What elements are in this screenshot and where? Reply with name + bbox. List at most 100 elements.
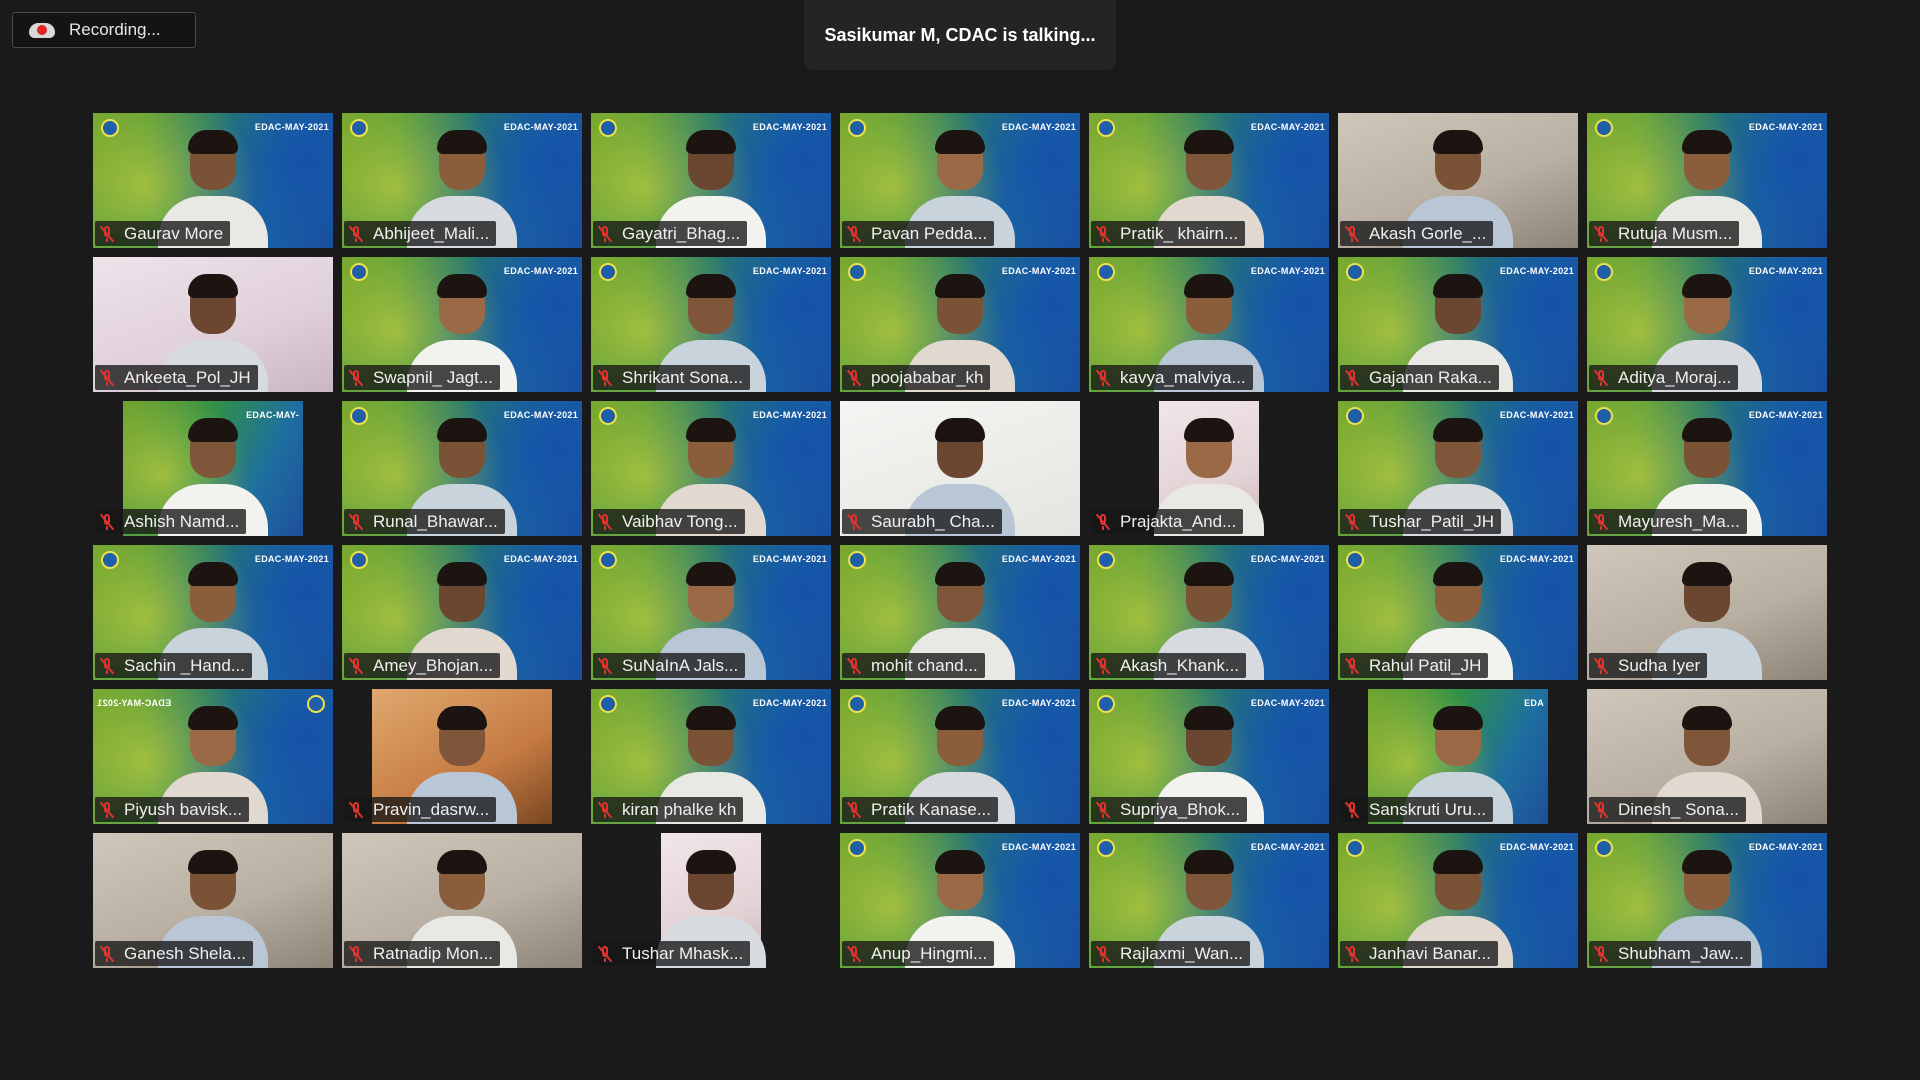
participant-nameplate: Sachin _Hand... [95, 653, 252, 678]
participant-tile[interactable]: EDAC-MAY-2021 Pratik Kanase... [840, 689, 1080, 824]
mic-off-icon [1095, 513, 1111, 531]
participant-tile[interactable]: Akash Gorle_... [1338, 113, 1578, 248]
participant-nameplate: kiran phalke kh [593, 797, 744, 822]
participant-tile[interactable]: EDAC-MAY-2021 Rahul Patil_JH [1338, 545, 1578, 680]
participant-tile[interactable]: Dinesh_ Sona... [1587, 689, 1827, 824]
mic-off-icon [348, 369, 364, 387]
participant-tile[interactable]: Tushar Mhask... [591, 833, 831, 968]
participant-nameplate: poojababar_kh [842, 365, 991, 390]
participant-nameplate: Ankeeta_Pol_JH [95, 365, 258, 390]
participant-name: Prajakta_And... [1120, 511, 1237, 531]
participant-name: Anup_Hingmi... [871, 943, 988, 963]
participant-nameplate: Saurabh_ Cha... [842, 509, 1002, 534]
participant-tile[interactable]: EDAC-MAY-2021 Piyush bavisk... [93, 689, 333, 824]
mic-off-icon [846, 801, 862, 819]
participant-tile[interactable]: EDAC-MAY-2021 Runal_Bhawar... [342, 401, 582, 536]
participant-tile[interactable]: Ratnadip Mon... [342, 833, 582, 968]
participant-tile[interactable]: EDAC-MAY-2021 Sachin _Hand... [93, 545, 333, 680]
participant-tile[interactable]: EDAC-MAY-2021 Gaurav More [93, 113, 333, 248]
mic-off-icon [1344, 657, 1360, 675]
participant-name: Dinesh_ Sona... [1618, 799, 1739, 819]
participant-tile[interactable]: EDAC-MAY-2021 Rajlaxmi_Wan... [1089, 833, 1329, 968]
institute-logo-icon [101, 119, 119, 137]
participant-tile[interactable]: EDAC-MAY-2021 Shubham_Jaw... [1587, 833, 1827, 968]
participant-nameplate: Dinesh_ Sona... [1589, 797, 1746, 822]
participant-nameplate: Prajakta_And... [1091, 509, 1244, 534]
participant-tile[interactable]: EDAC-MAY-2021 Gajanan Raka... [1338, 257, 1578, 392]
participant-tile[interactable]: EDAC-MAY-2021 Supriya_Bhok... [1089, 689, 1329, 824]
participant-tile[interactable]: EDAC-MAY-2021 mohit chand... [840, 545, 1080, 680]
participant-tile[interactable]: Pravin_dasrw... [342, 689, 582, 824]
participant-name: kiran phalke kh [622, 799, 737, 819]
mic-off-icon [846, 225, 862, 243]
participant-tile[interactable]: EDAC-MAY-2021 Rutuja Musm... [1587, 113, 1827, 248]
participant-tile[interactable]: EDAC-MAY-2021 Gayatri_Bhag... [591, 113, 831, 248]
mic-off-icon [1593, 801, 1609, 819]
institute-logo-icon [848, 551, 866, 569]
participant-tile[interactable]: Sudha Iyer [1587, 545, 1827, 680]
participant-tile[interactable]: EDAC-MAY-2021 Amey_Bhojan... [342, 545, 582, 680]
participant-tile[interactable]: EDAC-MAY-2021 kiran phalke kh [591, 689, 831, 824]
institute-logo-icon [599, 695, 617, 713]
mic-off-icon [348, 225, 364, 243]
participant-name: Ankeeta_Pol_JH [124, 367, 251, 387]
institute-logo-icon [350, 551, 368, 569]
recording-indicator[interactable]: Recording... [12, 12, 196, 48]
institute-logo-icon [1595, 119, 1613, 137]
participant-nameplate: Piyush bavisk... [95, 797, 250, 822]
participant-nameplate: Shubham_Jaw... [1589, 941, 1751, 966]
institute-logo-icon [1346, 551, 1364, 569]
participant-tile[interactable]: EDAC-MAY-2021 SuNaInA Jals... [591, 545, 831, 680]
participant-nameplate: Amey_Bhojan... [344, 653, 501, 678]
mic-off-icon [99, 657, 115, 675]
participant-name: Gaurav More [124, 223, 224, 243]
participant-tile[interactable]: EDAC-MAY-2021 Janhavi Banar... [1338, 833, 1578, 968]
participant-name: Vaibhav Tong... [622, 511, 738, 531]
institute-logo-icon [1595, 263, 1613, 281]
participant-tile[interactable]: EDAC-MAY-2021 kavya_malviya... [1089, 257, 1329, 392]
institute-logo-icon [101, 551, 119, 569]
mic-off-icon [597, 657, 613, 675]
participant-tile[interactable]: Ganesh Shela... [93, 833, 333, 968]
participant-tile[interactable]: Prajakta_And... [1089, 401, 1329, 536]
participant-nameplate: Swapnil_ Jagt... [344, 365, 501, 390]
participant-tile[interactable]: EDAC-MAY-2021 Tushar_Patil_JH [1338, 401, 1578, 536]
participant-tile[interactable]: EDAC-MAY-2021 Swapnil_ Jagt... [342, 257, 582, 392]
participant-tile[interactable]: EDA Sanskruti Uru... [1338, 689, 1578, 824]
participant-tile[interactable]: EDAC-MAY-2021 Aditya_Moraj... [1587, 257, 1827, 392]
participant-nameplate: Tushar Mhask... [593, 941, 751, 966]
participant-tile[interactable]: EDAC-MAY-2021 Pavan Pedda... [840, 113, 1080, 248]
participant-nameplate: Supriya_Bhok... [1091, 797, 1248, 822]
participant-tile[interactable]: EDAC-MAY-2021 Akash_Khank... [1089, 545, 1329, 680]
participant-nameplate: Janhavi Banar... [1340, 941, 1498, 966]
institute-logo-icon [848, 263, 866, 281]
participant-tile[interactable]: EDAC-MAY-2021 poojababar_kh [840, 257, 1080, 392]
participant-name: SuNaInA Jals... [622, 655, 739, 675]
institute-logo-icon [1097, 551, 1115, 569]
mic-off-icon [597, 801, 613, 819]
participant-nameplate: Shrikant Sona... [593, 365, 750, 390]
participant-tile[interactable]: EDAC-MAY-2021 Abhijeet_Mali... [342, 113, 582, 248]
mic-off-icon [1344, 945, 1360, 963]
participant-name: Supriya_Bhok... [1120, 799, 1241, 819]
participant-nameplate: Abhijeet_Mali... [344, 221, 497, 246]
participant-tile[interactable]: EDAC-MAY-2021 Vaibhav Tong... [591, 401, 831, 536]
participant-tile[interactable]: Saurabh_ Cha... [840, 401, 1080, 536]
participant-tile[interactable]: Ankeeta_Pol_JH [93, 257, 333, 392]
participant-tile[interactable]: EDAC-MAY-2021 Shrikant Sona... [591, 257, 831, 392]
participant-tile[interactable]: EDAC-MAY-2021 Pratik_ khairn... [1089, 113, 1329, 248]
virtual-background-brand: EDA [1524, 698, 1544, 708]
participant-name: poojababar_kh [871, 367, 984, 387]
participant-name: Sanskruti Uru... [1369, 799, 1487, 819]
participant-tile[interactable]: EDAC-MAY-2021 Anup_Hingmi... [840, 833, 1080, 968]
participant-nameplate: Rutuja Musm... [1589, 221, 1740, 246]
mic-off-icon [99, 513, 115, 531]
participant-nameplate: Ganesh Shela... [95, 941, 253, 966]
mic-off-icon [1095, 945, 1111, 963]
participant-nameplate: Pratik Kanase... [842, 797, 999, 822]
participant-nameplate: Akash Gorle_... [1340, 221, 1494, 246]
participant-name: Piyush bavisk... [124, 799, 243, 819]
mic-off-icon [1095, 657, 1111, 675]
participant-tile[interactable]: EDAC-MAY- Ashish Namd... [93, 401, 333, 536]
participant-tile[interactable]: EDAC-MAY-2021 Mayuresh_Ma... [1587, 401, 1827, 536]
